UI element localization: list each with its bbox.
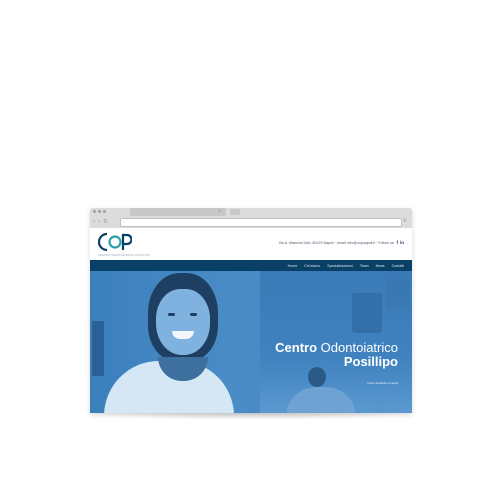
logo-tagline: CENTRO ODONTOIATRICO POSILLIPO (98, 254, 150, 257)
maximize-window-icon[interactable] (103, 210, 106, 213)
website-page: CENTRO ODONTOIATRICO POSILLIPO Via A. Ma… (90, 228, 412, 413)
page-icon: ◦ (123, 219, 125, 225)
address-bar[interactable]: ◦ (120, 218, 402, 227)
browser-nav-buttons: ‹ › ↻ (93, 219, 108, 225)
browser-chrome: × ‹ › ↻ ◦ ≡ (90, 208, 412, 228)
tab-close-icon[interactable]: × (218, 208, 221, 216)
site-header: CENTRO ODONTOIATRICO POSILLIPO Via A. Ma… (90, 228, 412, 260)
back-arrow-icon[interactable]: ‹ (93, 219, 95, 225)
dental-lamp-image (352, 293, 382, 333)
nav-item-news[interactable]: News (376, 264, 385, 268)
facebook-icon[interactable]: f (397, 240, 399, 245)
hero-title-light: Odontoiatrico (320, 340, 398, 355)
cop-logo[interactable] (98, 231, 132, 253)
doctor-head-image (308, 367, 326, 387)
reload-icon[interactable]: ↻ (103, 219, 108, 225)
hero-title-bold: Centro (275, 340, 318, 355)
window-controls (93, 210, 106, 213)
nav-item-team[interactable]: Team (360, 264, 369, 268)
contact-info: Via A. Manzoni 2a/b, 80123 Napoli · emai… (279, 240, 404, 245)
hero-title: Centro Odontoiatrico Posillipo (275, 341, 398, 368)
clinic-equipment-image (386, 279, 410, 309)
nav-item-specializzazioni[interactable]: Specializzazioni (327, 264, 353, 268)
nav-item-home[interactable]: Home (288, 264, 298, 268)
hero-banner: Centro Odontoiatrico Posillipo centro de… (90, 271, 412, 413)
dentist-eye (168, 313, 175, 316)
hero-subtitle: centro dentistico a napoli (367, 381, 398, 385)
new-tab-button[interactable] (230, 209, 240, 215)
main-navigation: Home Chi siamo Specializzazioni Team New… (90, 260, 412, 271)
nav-item-chi-siamo[interactable]: Chi siamo (304, 264, 320, 268)
contact-text: Via A. Manzoni 2a/b, 80123 Napoli · emai… (278, 240, 395, 245)
door-frame-image (92, 321, 104, 376)
nav-item-contatti[interactable]: Contatti (392, 264, 404, 268)
minimize-window-icon[interactable] (98, 210, 101, 213)
hero-title-line2: Posillipo (343, 353, 398, 369)
browser-window: × ‹ › ↻ ◦ ≡ CENTRO ODONTOIATRICO POSILLI… (90, 208, 412, 413)
dentist-face (156, 289, 210, 355)
forward-arrow-icon[interactable]: › (98, 219, 100, 225)
linkedin-icon[interactable]: in (400, 240, 404, 245)
browser-menu-icon[interactable]: ≡ (403, 218, 409, 224)
close-window-icon[interactable] (93, 210, 96, 213)
browser-tab[interactable] (130, 208, 226, 216)
dentist-eye (190, 313, 197, 316)
